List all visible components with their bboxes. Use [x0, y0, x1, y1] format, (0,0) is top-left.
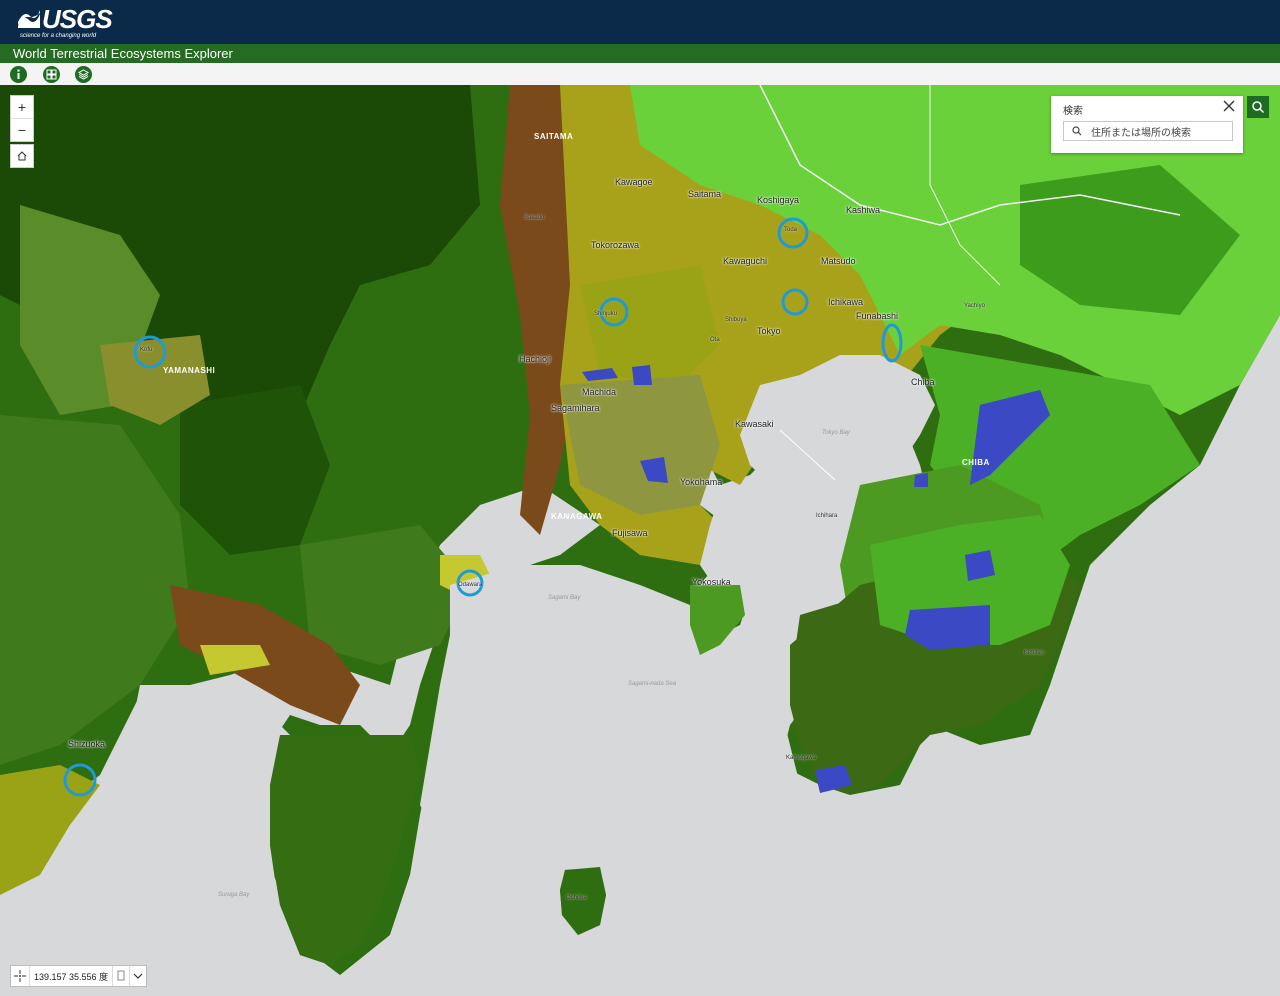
label-sakado: Sakado [524, 215, 545, 221]
layers-icon [77, 69, 90, 80]
crosshair-icon [14, 970, 26, 982]
label-kokubunji: Shinjuku [594, 311, 618, 317]
label-tokyo: Tokyo [757, 326, 781, 336]
label-shinjuku: Shibuya [725, 317, 747, 323]
home-button[interactable] [10, 144, 34, 168]
ecosystem-map [0, 85, 1280, 996]
label-shizuoka: Shizuoka [68, 739, 106, 749]
label-hachioji: Hachioji [519, 354, 552, 364]
label-ichikawa: Ichikawa [828, 297, 864, 307]
label-tokorozawa: Tokorozawa [591, 240, 640, 250]
crosshair-button[interactable] [11, 966, 30, 986]
coordinate-readout: 139.157 35.556 度 [34, 971, 109, 982]
chevron-down-icon [133, 973, 143, 979]
label-kamogawa: Kimitsu [1024, 650, 1044, 656]
close-icon [1223, 100, 1235, 112]
label-kofu: Kofu [140, 347, 153, 353]
label-kawagoe: Kawagoe [615, 177, 653, 187]
zoom-in-button[interactable]: + [11, 96, 33, 118]
label-matsudo: Matsudo [821, 256, 856, 266]
search-title: 検索 [1063, 106, 1083, 117]
label-sagami-nada: Sagami-nada Sea [628, 681, 677, 687]
copy-icon [117, 970, 125, 981]
label-machida: Machida [582, 387, 617, 397]
label-shibuya: Ota [710, 337, 720, 343]
label-saitama: Saitama [688, 189, 722, 199]
usgs-logo[interactable]: USGS science for a changing world [18, 4, 113, 40]
label-pref-chiba: CHIBA [962, 458, 990, 467]
label-koshigaya: Koshigaya [757, 195, 800, 205]
label-odawara: Odawara [458, 582, 483, 588]
label-pref-saitama: SAITAMA [534, 132, 574, 141]
label-soka: Toda [784, 227, 798, 233]
usgs-header: USGS science for a changing world [0, 0, 1280, 44]
label-yokohama: Yokohama [680, 477, 723, 487]
label-tateyama: Kamogawa [786, 755, 817, 761]
label-fujisawa: Fujisawa [612, 528, 648, 538]
coordinate-widget: 139.157 35.556 度 [10, 965, 148, 987]
close-search-button[interactable] [1223, 99, 1235, 117]
label-oshima: Oshima [566, 895, 587, 901]
toolbar [0, 63, 1280, 86]
grid-icon [46, 69, 57, 80]
label-funabashi: Funabashi [856, 311, 899, 321]
label-tokyo-bay: Tokyo Bay [822, 430, 850, 436]
label-yokosuka: Yokosuka [692, 577, 731, 587]
usgs-wave-icon [18, 10, 40, 28]
label-kisarazu: Ichihara [816, 513, 838, 519]
coordinate-format-dropdown[interactable] [129, 966, 146, 986]
label-sagami-bay: Sagami Bay [548, 595, 581, 601]
label-yachiyo: Yachiyo [964, 303, 985, 309]
zoom-control: + − [10, 95, 34, 142]
label-sagamihara: Sagamihara [551, 403, 600, 413]
search-input[interactable]: 住所または場所の検索 [1063, 121, 1233, 141]
layers-button[interactable] [75, 66, 92, 83]
label-pref-kanagawa: KANAGAWA [551, 512, 603, 521]
label-kawaguchi: Kawaguchi [723, 256, 768, 266]
app-title-bar: World Terrestrial Ecosystems Explorer [0, 44, 1280, 63]
search-icon [1072, 126, 1082, 136]
app-title: World Terrestrial Ecosystems Explorer [13, 46, 233, 61]
logo-text: USGS [42, 4, 113, 34]
search-placeholder: 住所または場所の検索 [1091, 127, 1191, 139]
copy-coordinates-button[interactable] [112, 966, 129, 986]
label-suruga-bay: Suruga Bay [218, 892, 250, 898]
search-panel: 検索 住所または場所の検索 [1051, 96, 1243, 153]
label-kawasaki: Kawasaki [735, 419, 774, 429]
info-button[interactable] [10, 66, 27, 83]
label-pref-yamanashi: YAMANASHI [163, 366, 216, 375]
info-icon [17, 69, 20, 79]
zoom-out-button[interactable]: − [11, 118, 33, 141]
map-view[interactable]: Kawagoe Saitama Koshigaya Kashiwa Tokoro… [0, 85, 1280, 996]
search-toggle-button[interactable] [1247, 96, 1269, 118]
search-icon [1252, 101, 1265, 114]
label-chiba: Chiba [911, 377, 935, 387]
label-kashiwa: Kashiwa [846, 205, 881, 215]
home-icon [17, 151, 27, 161]
basemap-gallery-button[interactable] [43, 66, 60, 83]
